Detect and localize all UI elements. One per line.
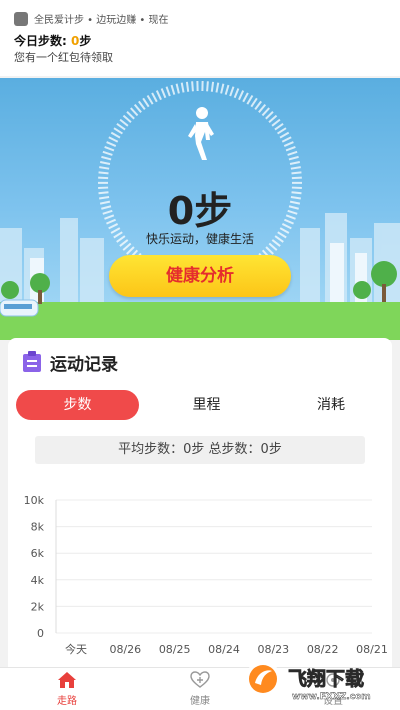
x-tick-label: 今天 — [65, 642, 87, 656]
y-tick-label: 6k — [31, 547, 45, 560]
health-analysis-button[interactable]: 健康分析 — [109, 255, 291, 297]
x-tick-label: 08/25 — [159, 643, 191, 656]
clipboard-icon — [22, 351, 42, 373]
tabbar-item-health[interactable]: 健康 — [160, 668, 240, 710]
hero-section: 0步 快乐运动，健康生活 健康分析 — [0, 78, 400, 340]
y-tick-label: 4k — [31, 574, 45, 587]
tab-distance[interactable]: 里程 — [145, 390, 268, 420]
health-icon — [190, 671, 210, 689]
notification-title-prefix: 今日步数: — [14, 34, 71, 48]
step-summary: 平均步数：0步 总步数：0步 — [35, 436, 365, 464]
watermark-text: 飞翔下载 — [288, 667, 364, 690]
notification-banner[interactable]: 全民爱计步 • 边玩边赚 • 现在 今日步数: 0步 您有一个红包待领取 — [0, 0, 400, 76]
tab-calories[interactable]: 消耗 — [271, 390, 391, 420]
tabbar-label-walk: 走路 — [27, 692, 107, 707]
y-tick-label: 0 — [37, 627, 44, 640]
notification-body: 您有一个红包待领取 — [14, 49, 113, 65]
walking-person-icon — [182, 106, 222, 162]
exercise-record-card: 运动记录 步数 里程 消耗 平均步数：0步 总步数：0步 0 2k 4k 6k 8k 10… — [8, 338, 392, 678]
slogan: 快乐运动，健康生活 — [0, 230, 400, 247]
home-icon — [57, 671, 77, 689]
site-watermark: 飞翔下载 www.FXXZ.com — [240, 655, 392, 705]
tab-steps[interactable]: 步数 — [16, 390, 139, 420]
card-title: 运动记录 — [50, 350, 118, 375]
x-tick-label: 08/26 — [109, 643, 141, 656]
notification-app-text: 全民爱计步 • 边玩边赚 • 现在 — [34, 11, 169, 26]
x-tick-label: 08/24 — [208, 643, 240, 656]
record-tabs: 步数 里程 消耗 — [16, 390, 376, 420]
notification-title: 今日步数: 0步 — [14, 32, 91, 49]
tabbar-item-walk[interactable]: 走路 — [27, 668, 107, 710]
steps-chart: 02k4k6k8k10k今天08/2608/2508/2408/2308/220… — [8, 488, 392, 658]
step-count: 0步 — [0, 180, 400, 235]
app-icon — [14, 12, 28, 26]
train-icon — [0, 296, 40, 322]
notification-title-suffix: 步 — [79, 34, 91, 48]
y-tick-label: 8k — [31, 521, 45, 534]
tabbar-label-health: 健康 — [160, 692, 240, 707]
y-tick-label: 10k — [24, 494, 45, 507]
watermark-url: www.FXXZ.com — [292, 692, 371, 702]
y-tick-label: 2k — [31, 600, 45, 613]
notification-app-line: 全民爱计步 • 边玩边赚 • 现在 — [14, 11, 169, 26]
